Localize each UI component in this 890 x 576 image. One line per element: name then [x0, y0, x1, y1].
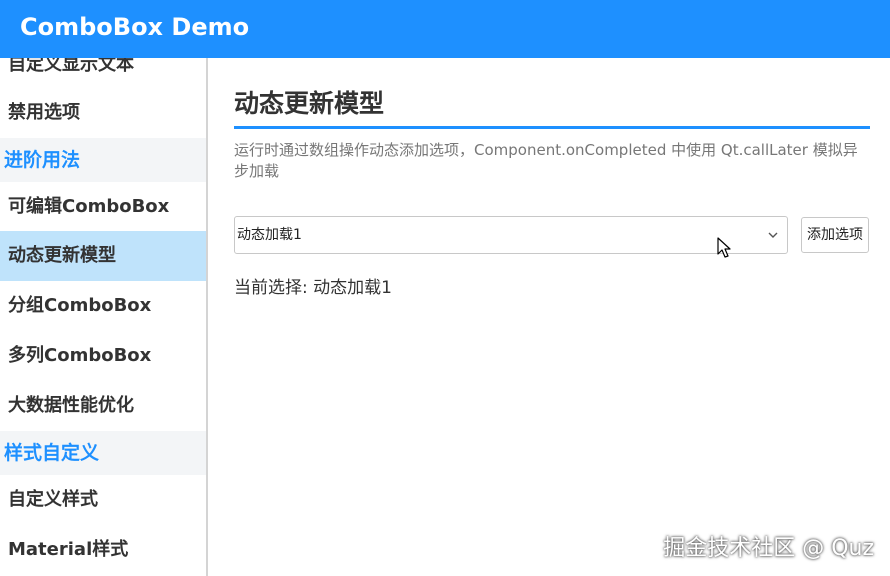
sidebar-section-style: 样式自定义: [0, 431, 206, 475]
page-title: 动态更新模型: [234, 89, 385, 118]
sidebar-item-large-data[interactable]: 大数据性能优化: [0, 381, 206, 431]
sidebar: 自定义显示文本 禁用选项 进阶用法 可编辑ComboBox 动态更新模型 分组C…: [0, 58, 208, 576]
sidebar-item-editable-combobox[interactable]: 可编辑ComboBox: [0, 182, 206, 232]
main-content: 动态更新模型 运行时通过数组操作动态添加选项，Component.onCompl…: [210, 58, 890, 576]
chevron-down-icon: [768, 232, 778, 238]
sidebar-item-material-style[interactable]: Material样式: [0, 525, 206, 575]
combobox-value: 动态加载1: [237, 227, 302, 243]
title-underline: [234, 126, 870, 129]
sidebar-item-dynamic-model[interactable]: 动态更新模型: [0, 231, 206, 281]
sidebar-item-custom-display-text[interactable]: 自定义显示文本: [0, 58, 206, 90]
sidebar-item-multicolumn-combobox[interactable]: 多列ComboBox: [0, 331, 206, 381]
current-selection-value: 动态加载1: [313, 278, 392, 298]
add-option-button[interactable]: 添加选项: [801, 217, 869, 253]
sidebar-item-grouped-combobox[interactable]: 分组ComboBox: [0, 281, 206, 331]
watermark-text: 掘金技术社区 @ Quz: [663, 536, 874, 561]
sidebar-section-advanced: 进阶用法: [0, 138, 206, 182]
current-selection-label: 当前选择:: [234, 278, 314, 298]
sidebar-item-custom-style[interactable]: 自定义样式: [0, 475, 206, 525]
page-description: 运行时通过数组操作动态添加选项，Component.onCompleted 中使…: [234, 141, 858, 180]
current-selection-text: 当前选择: 动态加载1: [234, 273, 392, 298]
mouse-pointer-icon: [717, 237, 731, 258]
window-title: ComboBox Demo: [0, 0, 890, 58]
dynamic-combobox[interactable]: 动态加载1: [234, 216, 788, 254]
sidebar-item-disabled-options[interactable]: 禁用选项: [0, 88, 206, 138]
